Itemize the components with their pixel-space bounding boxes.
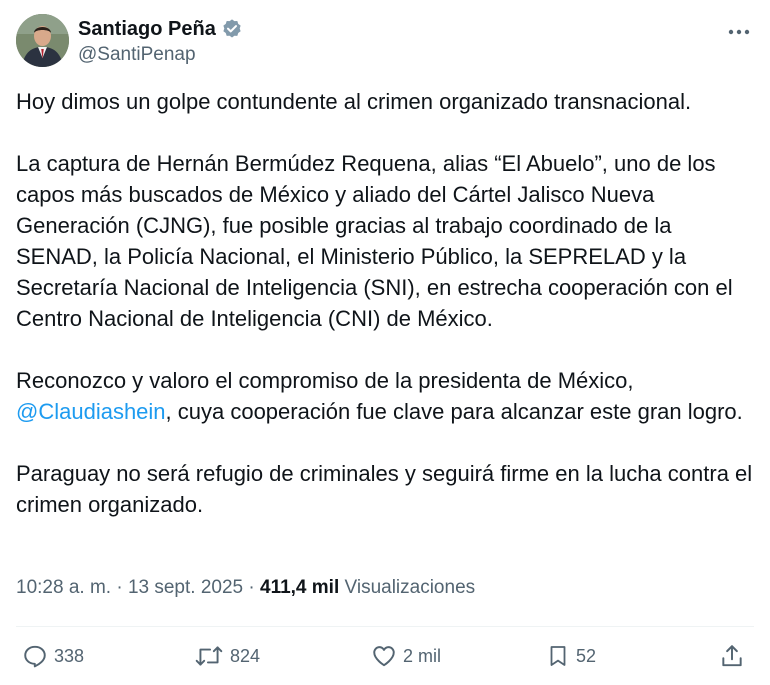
bookmark-count: 52 <box>576 645 597 666</box>
paragraph-3-text-after: , cuya cooperación fue clave para alcanz… <box>165 399 743 424</box>
user-handle[interactable]: @SantiPenap <box>78 44 243 66</box>
user-info: Santiago Peña @SantiPenap <box>78 17 243 66</box>
verified-badge-icon[interactable] <box>221 18 243 40</box>
like-button[interactable]: 2 mil <box>371 640 441 672</box>
share-button[interactable] <box>719 640 745 672</box>
tweet-meta: 10:28 a. m. · 13 sept. 2025 · 411,4 mil … <box>16 575 475 601</box>
more-horizontal-icon <box>728 29 750 35</box>
meta-separator: · <box>248 577 255 598</box>
tweet-paragraph-2: La captura de Hernán Bermúdez Requena, a… <box>16 151 733 331</box>
display-name[interactable]: Santiago Peña <box>78 17 216 41</box>
bookmark-icon <box>550 646 566 666</box>
tweet-time[interactable]: 10:28 a. m. <box>16 577 111 598</box>
share-icon <box>722 645 742 667</box>
like-count: 2 mil <box>403 645 442 666</box>
tweet-paragraph-3: Reconozco y valoro el compromiso de la p… <box>16 365 756 427</box>
avatar[interactable] <box>16 14 69 67</box>
tweet-paragraph-4: Paraguay no será refugio de criminales y… <box>16 461 753 517</box>
display-name-row: Santiago Peña <box>78 17 243 41</box>
tweet-paragraph-1: Hoy dimos un golpe contundente al crimen… <box>16 89 692 114</box>
tweet-card: Santiago Peña @SantiPenap Hoy dimos un g… <box>0 0 770 685</box>
mention-link[interactable]: @Claudiashein <box>16 399 166 424</box>
divider <box>16 626 754 627</box>
reply-button[interactable]: 338 <box>22 640 84 672</box>
views-count[interactable]: 411,4 mil <box>260 577 339 598</box>
tweet-header: Santiago Peña @SantiPenap <box>16 14 754 70</box>
meta-separator: · <box>116 577 123 598</box>
repost-button[interactable]: 824 <box>194 640 260 672</box>
repost-count: 824 <box>230 645 261 666</box>
repost-icon <box>195 646 223 666</box>
action-bar: 338 824 2 mil 52 <box>0 640 770 672</box>
bookmark-button[interactable]: 52 <box>546 640 596 672</box>
tweet-date[interactable]: 13 sept. 2025 <box>128 577 243 598</box>
tweet-text: Hoy dimos un golpe contundente al crimen… <box>16 86 756 520</box>
paragraph-3-text-before: Reconozco y valoro el compromiso de la p… <box>16 368 634 393</box>
reply-icon <box>24 645 46 668</box>
reply-count: 338 <box>54 645 85 666</box>
views-label[interactable]: Visualizaciones <box>345 577 476 598</box>
more-options-button[interactable] <box>726 22 752 42</box>
heart-icon <box>373 646 395 667</box>
avatar-image <box>16 14 69 67</box>
